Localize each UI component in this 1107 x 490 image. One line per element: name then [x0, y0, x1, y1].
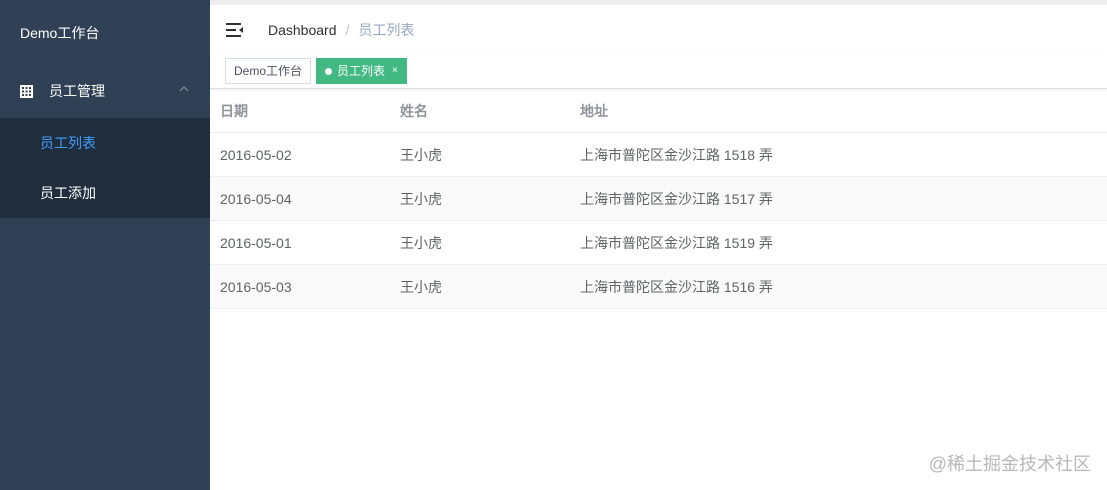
- column-header-date[interactable]: 日期: [210, 101, 390, 121]
- cell-date: 2016-05-03: [220, 278, 292, 295]
- sidebar-item-employee-list[interactable]: 员工列表: [0, 118, 210, 168]
- cell-name: 王小虎: [400, 146, 442, 163]
- table-row[interactable]: 2016-05-01 王小虎 上海市普陀区金沙江路 1519 弄: [210, 221, 1107, 265]
- cell-date: 2016-05-02: [220, 146, 292, 163]
- close-icon[interactable]: ×: [392, 59, 398, 83]
- cell-address: 上海市普陀区金沙江路 1519 弄: [580, 234, 773, 251]
- breadcrumb: Dashboard / 员工列表: [268, 20, 414, 40]
- chevron-up-icon: [179, 86, 189, 92]
- table-row[interactable]: 2016-05-02 王小虎 上海市普陀区金沙江路 1518 弄: [210, 133, 1107, 177]
- cell-name: 王小虎: [400, 234, 442, 251]
- column-header-name[interactable]: 姓名: [390, 101, 570, 121]
- submenu: 员工列表 员工添加: [0, 118, 210, 218]
- tag-dashboard[interactable]: Demo工作台: [225, 58, 312, 84]
- tag-employee-list[interactable]: 员工列表 ×: [316, 58, 407, 84]
- table-row[interactable]: 2016-05-04 王小虎 上海市普陀区金沙江路 1517 弄: [210, 177, 1107, 221]
- cell-address: 上海市普陀区金沙江路 1516 弄: [580, 278, 773, 295]
- grid-icon: [20, 84, 33, 98]
- cell-date: 2016-05-01: [220, 234, 292, 251]
- table-row[interactable]: 2016-05-03 王小虎 上海市普陀区金沙江路 1516 弄: [210, 265, 1107, 309]
- watermark: @稀土掘金技术社区: [928, 454, 1091, 474]
- sidebar: Demo工作台 员工管理 员工列表 员工添加: [0, 0, 210, 490]
- cell-address: 上海市普陀区金沙江路 1518 弄: [580, 146, 773, 163]
- breadcrumb-root[interactable]: Dashboard: [268, 22, 337, 38]
- menu-group-employee-management[interactable]: 员工管理: [0, 64, 210, 118]
- active-dot-icon: [325, 67, 333, 75]
- main-content: Dashboard / 员工列表 Demo工作台 员工列表 × 日期 姓名 地址: [210, 0, 1107, 490]
- cell-address: 上海市普陀区金沙江路 1517 弄: [580, 190, 773, 207]
- app-root: Demo工作台 员工管理 员工列表 员工添加 Dashboard / 员工列表 …: [0, 0, 1107, 490]
- cell-name: 王小虎: [400, 190, 442, 207]
- cell-name: 王小虎: [400, 278, 442, 295]
- tag-label: 员工列表: [337, 64, 386, 78]
- column-header-address[interactable]: 地址: [570, 101, 1107, 121]
- hamburger-icon[interactable]: [226, 22, 244, 38]
- tags-view: Demo工作台 员工列表 ×: [210, 54, 1107, 89]
- navbar: Dashboard / 员工列表: [210, 0, 1107, 54]
- breadcrumb-separator: /: [345, 21, 350, 38]
- breadcrumb-current: 员工列表: [358, 21, 415, 38]
- menu-group-label: 员工管理: [49, 83, 105, 99]
- employee-table: 日期 姓名 地址 2016-05-02 王小虎 上海市普陀区金沙江路 1518 …: [210, 89, 1107, 309]
- cell-date: 2016-05-04: [220, 190, 292, 207]
- tag-label: Demo工作台: [234, 64, 303, 78]
- brand-title: Demo工作台: [20, 25, 100, 41]
- sidebar-item-employee-add[interactable]: 员工添加: [0, 168, 210, 218]
- table-header-row: 日期 姓名 地址: [210, 89, 1107, 133]
